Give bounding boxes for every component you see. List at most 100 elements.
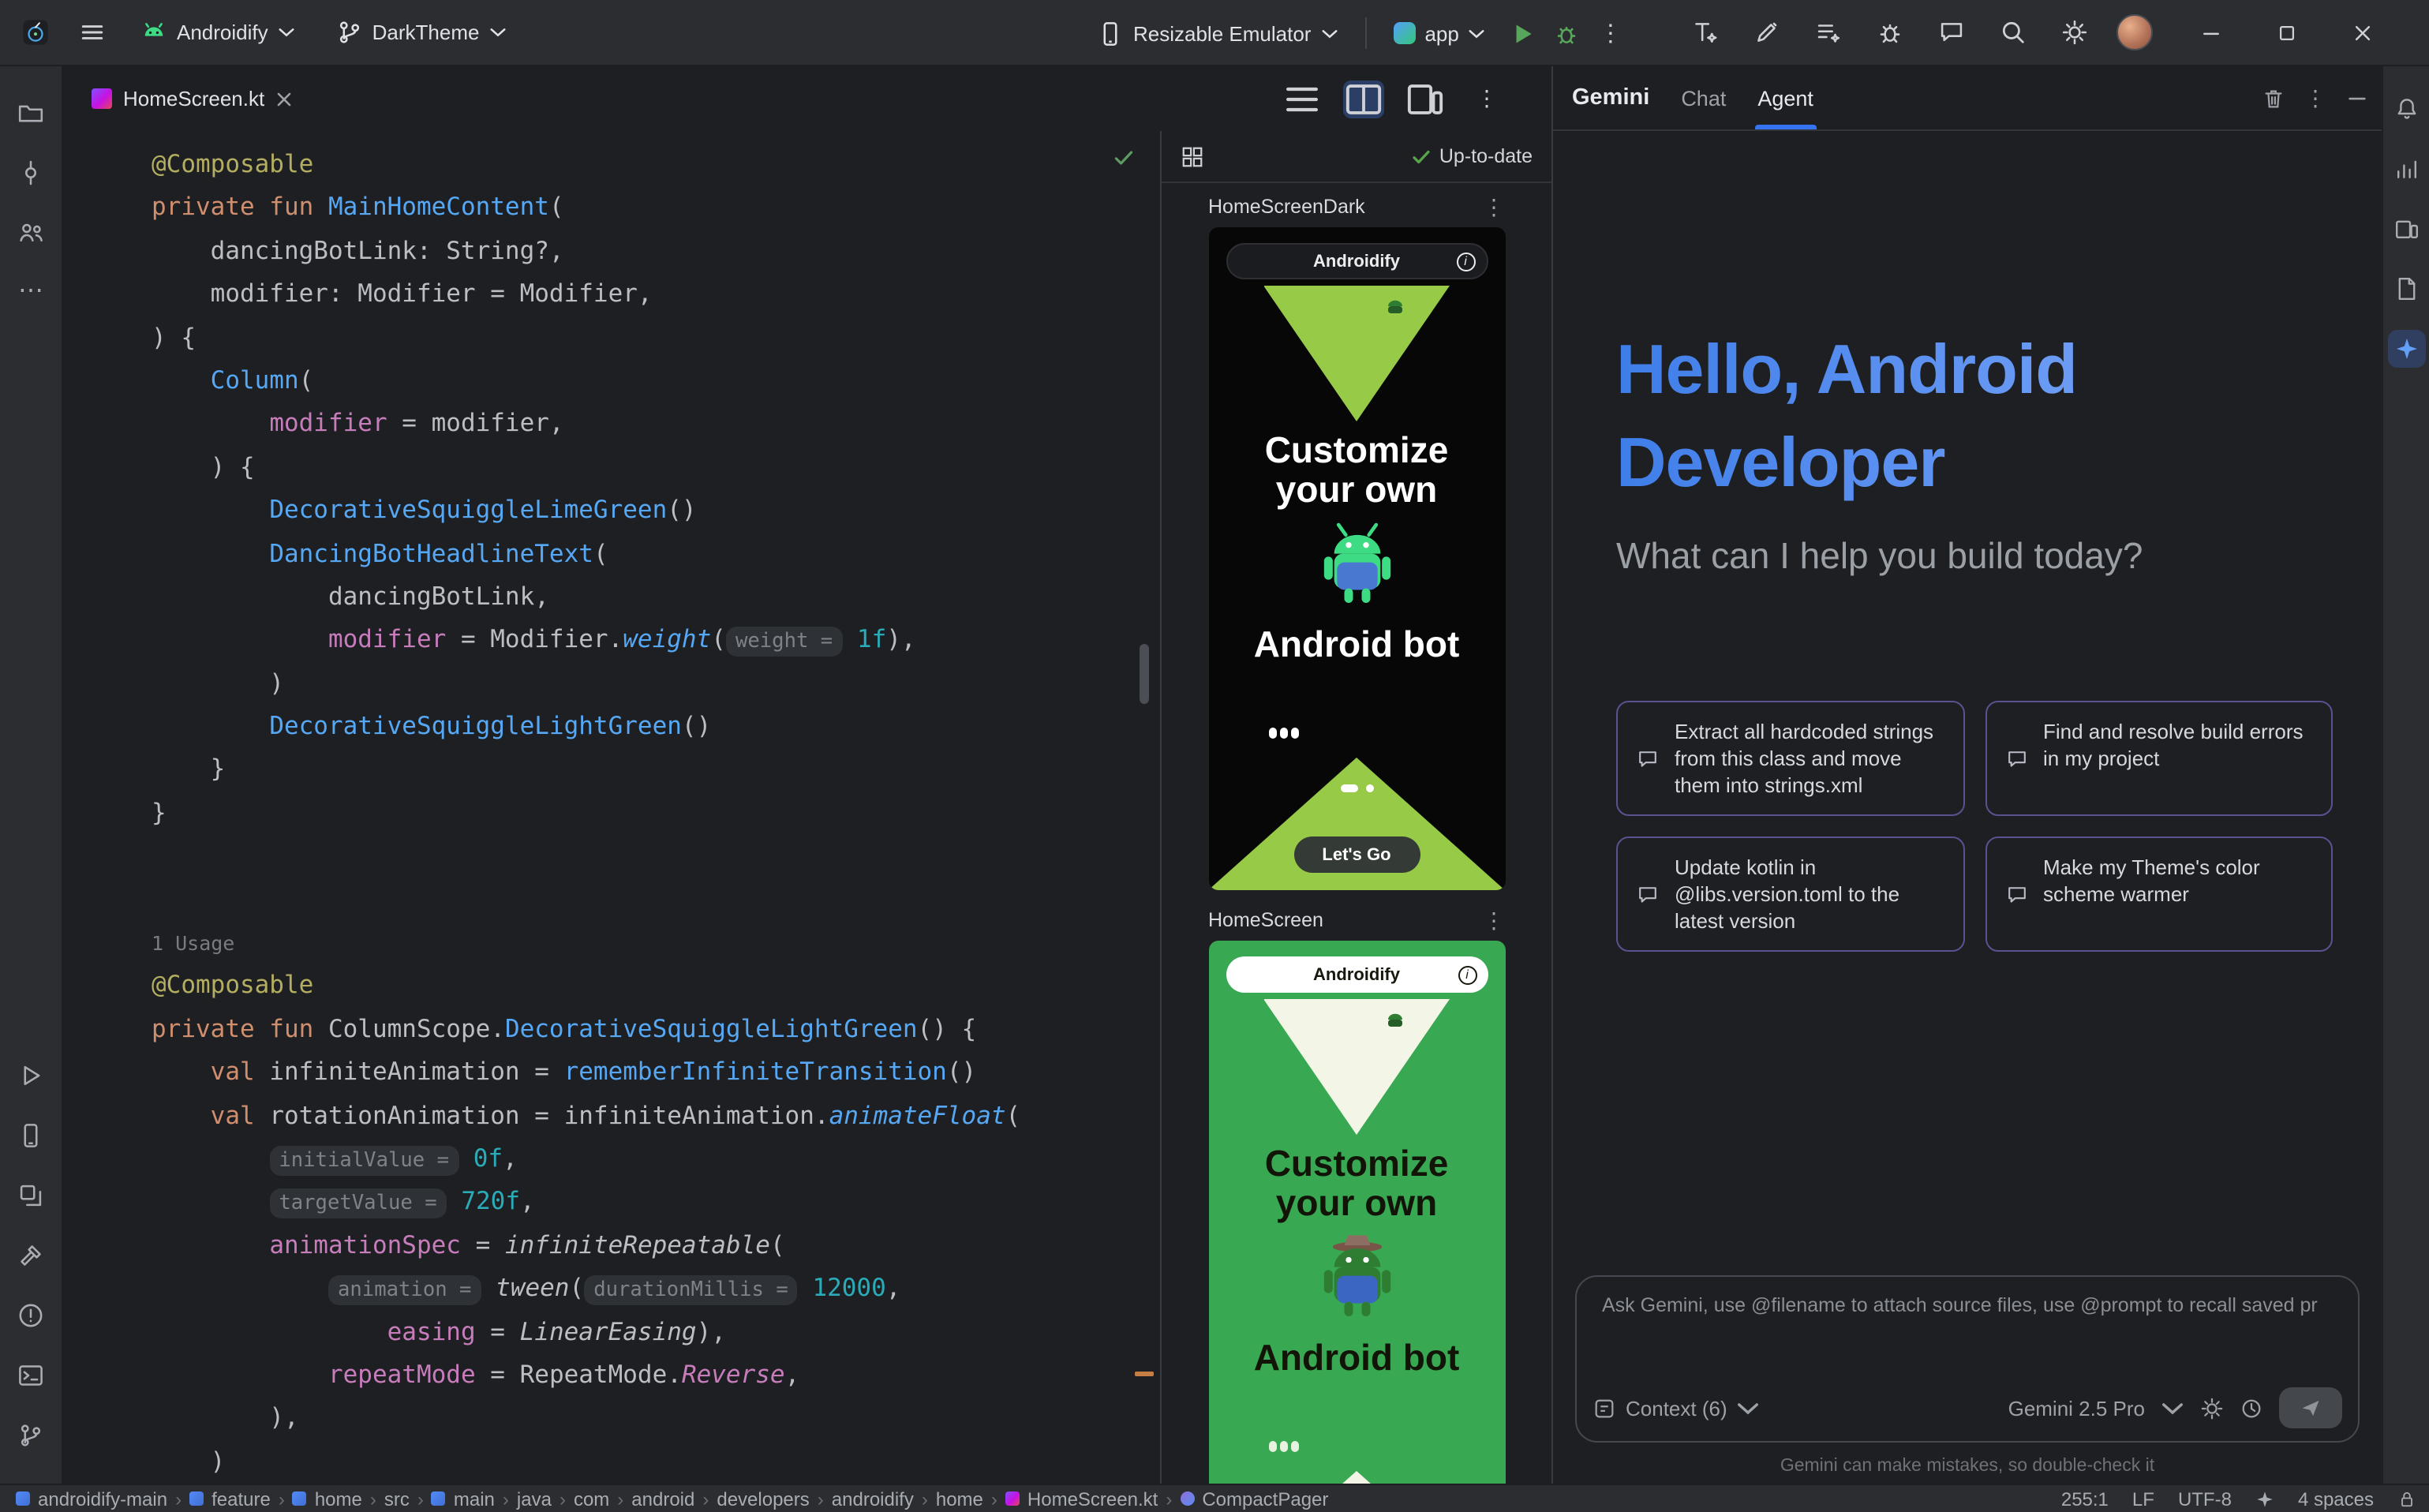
lock-icon[interactable]	[2397, 1489, 2416, 1508]
encoding-indicator[interactable]: UTF-8	[2178, 1488, 2232, 1510]
notifications-bell-button[interactable]	[2387, 90, 2425, 128]
breadcrumb-item[interactable]: feature	[189, 1488, 271, 1510]
device-selector[interactable]: Resizable Emulator	[1086, 13, 1349, 53]
suggestion-card-4[interactable]: Make my Theme's color scheme warmer	[1985, 836, 2333, 952]
chat-ai-button[interactable]	[1932, 13, 1970, 51]
breadcrumb-item[interactable]: androidify-main	[16, 1488, 167, 1510]
prompt-settings-gear-icon[interactable]	[2200, 1396, 2224, 1420]
preview-options-kebab-icon[interactable]: ⋮	[1483, 909, 1505, 931]
lets-go-button[interactable]: Let's Go	[1293, 836, 1420, 873]
module-icon	[189, 1491, 204, 1506]
hide-panel-minus-icon[interactable]	[2345, 86, 2369, 110]
breadcrumb-item[interactable]: HomeScreen.kt	[1005, 1488, 1158, 1510]
preview-options-kebab-icon[interactable]: ⋮	[1483, 196, 1505, 218]
gemini-spark-button[interactable]	[2387, 330, 2425, 368]
caret-position[interactable]: 255:1	[2061, 1488, 2109, 1510]
tab-close-icon[interactable]	[275, 91, 291, 107]
preview-gallery-grid-icon[interactable]	[1181, 144, 1204, 168]
run-play-button[interactable]	[9, 1053, 53, 1097]
panel-options-kebab-icon[interactable]: ⋮	[2304, 84, 2326, 111]
inspections-ok-check-icon[interactable]	[1113, 147, 1135, 169]
code-line: modifier = Modifier.weight(weight = 1f),	[152, 619, 1160, 663]
suggestion-card-1[interactable]: Extract all hardcoded strings from this …	[1616, 701, 1964, 816]
breadcrumb-item[interactable]: CompactPager	[1180, 1488, 1328, 1510]
trash-icon[interactable]	[2262, 86, 2285, 110]
project-selector[interactable]: Androidify	[129, 13, 306, 52]
pen-ai-button[interactable]	[1747, 13, 1785, 51]
breadcrumb-item[interactable]: java	[517, 1488, 552, 1510]
more-actions-kebab-icon[interactable]: ⋮	[1592, 14, 1630, 52]
settings-gear-icon[interactable]	[2055, 13, 2093, 51]
list-ai-button[interactable]	[1809, 13, 1847, 51]
editor-tab-bar: HomeScreen.kt ⋮	[63, 66, 1551, 131]
window-maximize-icon[interactable]	[2268, 13, 2306, 51]
layers-button[interactable]	[9, 1173, 53, 1217]
gemini-prompt-input[interactable]	[1599, 1293, 2336, 1318]
code-line	[152, 836, 1160, 879]
breadcrumb-item[interactable]: developers	[717, 1488, 809, 1510]
tab-agent[interactable]: Agent	[1757, 66, 1813, 129]
breadcrumb-item[interactable]: com	[574, 1488, 609, 1510]
send-button[interactable]	[2279, 1387, 2342, 1428]
editor-view-design-icon[interactable]	[1405, 80, 1446, 118]
greeting-line-2: Developer	[1616, 417, 2334, 510]
breadcrumb-item[interactable]: home	[293, 1488, 362, 1510]
breadcrumb-item[interactable]: main	[432, 1488, 495, 1510]
info-icon[interactable]: i	[1458, 965, 1476, 984]
breadcrumb-item[interactable]: androidify	[832, 1488, 914, 1510]
project-folder-button[interactable]	[9, 90, 53, 134]
profiler-chart-button[interactable]	[2387, 150, 2425, 188]
ai-spark-status-icon[interactable]	[2255, 1489, 2274, 1508]
device-manager-button[interactable]	[9, 1113, 53, 1157]
breadcrumb-separator: ›	[370, 1488, 376, 1510]
main-menu-hamburger-icon[interactable]	[73, 13, 110, 51]
window-close-icon[interactable]	[2344, 13, 2382, 51]
collaboration-button[interactable]	[9, 210, 53, 254]
device-mirror-button[interactable]	[2387, 210, 2425, 248]
run-configuration-selector[interactable]: app	[1382, 15, 1496, 51]
app-name-pill: Androidifyi	[1226, 956, 1488, 993]
suggestion-card-3[interactable]: Update kotlin in @libs.version.toml to t…	[1616, 836, 1964, 952]
context-selector[interactable]: Context (6)	[1626, 1396, 1727, 1420]
user-avatar[interactable]	[2116, 14, 2153, 51]
todo-doc-button[interactable]	[2387, 270, 2425, 308]
build-hammer-button[interactable]	[9, 1233, 53, 1277]
run-configuration-name: app	[1424, 21, 1458, 45]
phone-preview-dark: AndroidifyiCustomizeyour ownAndroid botL…	[1208, 227, 1505, 890]
terminal-button[interactable]	[9, 1353, 53, 1397]
line-ending-indicator[interactable]: LF	[2132, 1488, 2154, 1510]
preview-toolbar: Up-to-date	[1162, 131, 1551, 183]
indent-indicator[interactable]: 4 spaces	[2298, 1488, 2374, 1510]
squiggle-decoration	[1268, 728, 1298, 739]
code-editor[interactable]: @Composableprivate fun MainHomeContent( …	[63, 131, 1160, 1484]
model-selector[interactable]: Gemini 2.5 Pro	[2008, 1396, 2145, 1420]
tab-chat[interactable]: Chat	[1681, 66, 1726, 129]
commit-button[interactable]	[9, 150, 53, 194]
problems-button[interactable]	[9, 1293, 53, 1337]
gemini-prompt-box[interactable]: Context (6) Gemini 2.5 Pro	[1575, 1275, 2360, 1443]
editor-scrollbar-thumb[interactable]	[1140, 644, 1149, 704]
debug-button[interactable]	[1548, 14, 1585, 52]
history-clock-icon[interactable]	[2240, 1396, 2263, 1420]
window-minimize-icon[interactable]	[2192, 13, 2230, 51]
breadcrumb-item[interactable]: home	[936, 1488, 983, 1510]
suggestion-card-2[interactable]: Find and resolve build errors in my proj…	[1985, 701, 2333, 816]
vcs-branch-selector[interactable]: DarkTheme	[325, 13, 518, 52]
more-horizontal-button[interactable]: ⋯	[9, 270, 53, 314]
editor-view-split-icon[interactable]	[1343, 80, 1384, 118]
editor-view-code-icon[interactable]	[1282, 80, 1323, 118]
bug-ai-button[interactable]	[1870, 13, 1908, 51]
project-folder-icon	[17, 99, 44, 125]
search-everywhere-icon[interactable]	[1993, 13, 2031, 51]
git-branch-button[interactable]	[9, 1413, 53, 1457]
editor-tab-homescreen[interactable]: HomeScreen.kt	[73, 66, 310, 131]
breadcrumb-item[interactable]: android	[631, 1488, 694, 1510]
breadcrumb-item[interactable]: src	[384, 1488, 410, 1510]
info-icon[interactable]: i	[1456, 252, 1475, 271]
run-button[interactable]	[1503, 14, 1541, 52]
right-tool-window-strip	[2382, 66, 2429, 1484]
text-ai-button[interactable]	[1686, 13, 1724, 51]
context-icon	[1593, 1396, 1616, 1420]
editor-options-kebab-icon[interactable]: ⋮	[1466, 80, 1507, 118]
code-line: )	[152, 662, 1160, 705]
